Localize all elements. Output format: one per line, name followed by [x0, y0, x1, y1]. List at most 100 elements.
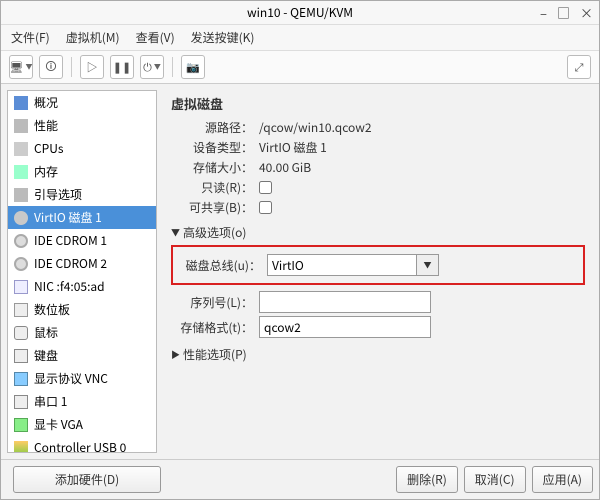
- sidebar-item[interactable]: CPUs: [8, 137, 156, 160]
- toolbar: 🖥 🛈 ▷ ❚❚ ⏻ 📷 ⤢: [1, 51, 599, 84]
- sidebar-item-icon: [14, 96, 28, 110]
- sidebar-item-icon: [14, 280, 28, 294]
- cancel-button[interactable]: 取消(C): [464, 466, 526, 493]
- bus-input[interactable]: [267, 254, 417, 276]
- sidebar-item-label: 显示协议 VNC: [34, 370, 108, 387]
- sidebar-item-label: IDE CDROM 1: [34, 232, 107, 249]
- sidebar: 概况性能 CPUs 内存引导选项 VirtIO 磁盘 1 IDE CDROM 1 IDE …: [7, 90, 157, 453]
- menu-sendkey[interactable]: 发送按键(K): [191, 29, 255, 46]
- snapshot-button[interactable]: 📷: [181, 55, 205, 79]
- bus-select[interactable]: ▼: [267, 254, 439, 276]
- sidebar-item[interactable]: IDE CDROM 1: [8, 229, 156, 252]
- sidebar-item[interactable]: NIC :f4:05:ad: [8, 275, 156, 298]
- chevron-down-icon: ▼: [171, 226, 180, 239]
- row-readonly: 只读(R)：: [171, 179, 585, 196]
- add-hardware-button[interactable]: 添加硬件(D): [13, 466, 161, 493]
- apply-button[interactable]: 应用(A): [532, 466, 593, 493]
- row-size: 存储大小： 40.00 GiB: [171, 159, 585, 176]
- sidebar-item-label: 引导选项: [34, 186, 82, 203]
- sidebar-item[interactable]: 鼠标: [8, 321, 156, 344]
- sidebar-item-icon: [14, 165, 28, 179]
- app-window: win10 - QEMU/KVM – □ × 文件(F) 虚拟机(M) 查看(V…: [0, 0, 600, 500]
- sidebar-item-label: 键盘: [34, 347, 58, 364]
- pause-button[interactable]: ❚❚: [110, 55, 134, 79]
- menu-vm[interactable]: 虚拟机(M): [66, 29, 120, 46]
- sidebar-item-label: 显卡 VGA: [34, 416, 83, 433]
- sidebar-item-icon: [14, 119, 28, 133]
- sidebar-item-icon: [14, 395, 28, 409]
- label-readonly: 只读(R)：: [171, 179, 259, 196]
- sidebar-item-label: 鼠标: [34, 324, 58, 341]
- content: 虚拟磁盘 源路径： /qcow/win10.qcow2 设备类型： VirtIO…: [163, 90, 593, 453]
- sidebar-item-label: 性能: [34, 117, 58, 134]
- sidebar-list[interactable]: 概况性能 CPUs 内存引导选项 VirtIO 磁盘 1 IDE CDROM 1 IDE …: [8, 91, 156, 452]
- section-heading: 虚拟磁盘: [171, 94, 585, 113]
- highlight-box: 磁盘总线(u)： ▼: [171, 245, 585, 285]
- sidebar-item[interactable]: VirtIO 磁盘 1: [8, 206, 156, 229]
- sidebar-item-label: 数位板: [34, 301, 70, 318]
- format-input[interactable]: [259, 316, 431, 338]
- sidebar-item-label: 串口 1: [34, 393, 67, 410]
- sidebar-item[interactable]: 串口 1: [8, 390, 156, 413]
- sidebar-item[interactable]: 键盘: [8, 344, 156, 367]
- sidebar-item-icon: [14, 372, 28, 386]
- footer: 添加硬件(D) 删除(R) 取消(C) 应用(A): [1, 459, 599, 499]
- separator: [172, 57, 173, 77]
- sidebar-item[interactable]: 显示协议 VNC: [8, 367, 156, 390]
- value-sourcepath: /qcow/win10.qcow2: [259, 119, 372, 136]
- menubar: 文件(F) 虚拟机(M) 查看(V) 发送按键(K): [1, 25, 599, 51]
- row-bus: 磁盘总线(u)： ▼: [179, 254, 577, 276]
- sidebar-item[interactable]: 数位板: [8, 298, 156, 321]
- perf-expander[interactable]: ▶ 性能选项(P): [171, 346, 585, 363]
- label-format: 存储格式(t)：: [171, 319, 259, 336]
- label-sourcepath: 源路径：: [171, 119, 259, 136]
- value-devtype: VirtIO 磁盘 1: [259, 139, 327, 156]
- sidebar-item-icon: [14, 418, 28, 432]
- advanced-label: 高级选项(o): [183, 224, 246, 241]
- advanced-expander[interactable]: ▼ 高级选项(o): [171, 224, 585, 241]
- label-bus: 磁盘总线(u)：: [179, 257, 267, 274]
- sidebar-item-icon: [14, 234, 28, 248]
- details-button[interactable]: 🛈: [39, 55, 63, 79]
- run-button[interactable]: ▷: [80, 55, 104, 79]
- chevron-right-icon: ▶: [171, 348, 180, 361]
- shareable-checkbox[interactable]: [259, 201, 272, 214]
- console-button[interactable]: 🖥: [9, 55, 33, 79]
- sidebar-item[interactable]: 概况: [8, 91, 156, 114]
- label-size: 存储大小：: [171, 159, 259, 176]
- label-serial: 序列号(L)：: [171, 294, 259, 311]
- close-icon[interactable]: ×: [580, 3, 593, 22]
- sidebar-item[interactable]: 显卡 VGA: [8, 413, 156, 436]
- content-inner: 虚拟磁盘 源路径： /qcow/win10.qcow2 设备类型： VirtIO…: [163, 90, 593, 453]
- row-sourcepath: 源路径： /qcow/win10.qcow2: [171, 119, 585, 136]
- minimize-icon[interactable]: –: [540, 3, 547, 22]
- sidebar-item[interactable]: 内存: [8, 160, 156, 183]
- shutdown-button[interactable]: ⏻: [140, 55, 164, 79]
- sidebar-item-icon: [14, 211, 28, 225]
- sidebar-item[interactable]: IDE CDROM 2: [8, 252, 156, 275]
- menu-file[interactable]: 文件(F): [11, 29, 50, 46]
- window-title: win10 - QEMU/KVM: [247, 4, 353, 21]
- sidebar-item-icon: [14, 142, 28, 156]
- menu-view[interactable]: 查看(V): [136, 29, 175, 46]
- remove-button[interactable]: 删除(R): [396, 466, 458, 493]
- sidebar-item[interactable]: 性能: [8, 114, 156, 137]
- row-serial: 序列号(L)：: [171, 291, 585, 313]
- row-devtype: 设备类型： VirtIO 磁盘 1: [171, 139, 585, 156]
- sidebar-item-label: NIC :f4:05:ad: [34, 278, 105, 295]
- sidebar-item[interactable]: Controller USB 0: [8, 436, 156, 452]
- readonly-checkbox[interactable]: [259, 181, 272, 194]
- fullscreen-button[interactable]: ⤢: [567, 55, 591, 79]
- sidebar-item-icon: [14, 257, 28, 271]
- perf-label: 性能选项(P): [183, 346, 247, 363]
- bus-dropdown-button[interactable]: ▼: [417, 254, 439, 276]
- maximize-icon[interactable]: □: [557, 3, 570, 22]
- row-format: 存储格式(t)：: [171, 316, 585, 338]
- label-devtype: 设备类型：: [171, 139, 259, 156]
- sidebar-item-label: CPUs: [34, 140, 63, 157]
- sidebar-item[interactable]: 引导选项: [8, 183, 156, 206]
- separator: [71, 57, 72, 77]
- serial-input[interactable]: [259, 291, 431, 313]
- window-controls: – □ ×: [540, 3, 593, 22]
- sidebar-item-icon: [14, 349, 28, 363]
